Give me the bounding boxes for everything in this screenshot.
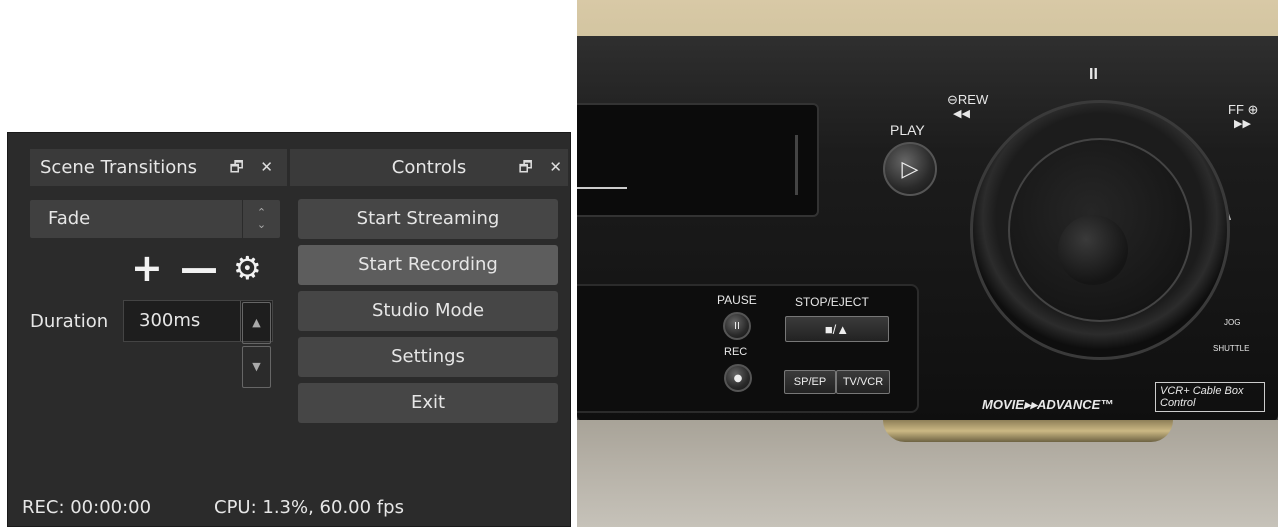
controls-title: Controls (391, 157, 467, 178)
duration-value: 300ms (139, 310, 201, 331)
rew-arrows-icon: ◀◀ (953, 108, 970, 120)
ff-label: FF ⊕ (1228, 102, 1259, 117)
sp-ep-button: SP/EP (784, 370, 836, 394)
stop-eject-button: ■/▲ (785, 316, 889, 342)
obs-panel: Scene Transitions 🗗 ✕ Controls 🗗 ✕ Fade … (7, 132, 571, 527)
jog-shuttle-dial (970, 100, 1230, 360)
step-down-icon[interactable]: ▼ (242, 346, 271, 388)
gear-icon[interactable]: ⚙ (233, 252, 262, 284)
cpu-stats: CPU: 1.3%, 60.00 fps (214, 497, 404, 518)
rec-timer: REC: 00:00:00 (22, 497, 152, 518)
duration-label: Duration (30, 311, 109, 332)
transition-select[interactable]: Fade ⌃ ⌄ (30, 200, 280, 238)
slot-indicator (577, 187, 627, 189)
duration-stepper[interactable]: ▲ ▼ (240, 301, 272, 388)
add-transition-icon[interactable]: + (131, 249, 163, 287)
studio-mode-button[interactable]: Studio Mode (298, 291, 558, 331)
slot-bar (795, 135, 798, 195)
ff-arrows-icon: ▶▶ (1234, 118, 1251, 130)
status-bar: REC: 00:00:00 CPU: 1.3%, 60.00 fps (8, 488, 570, 528)
rec-label: REC (724, 346, 748, 358)
play-label: PLAY (890, 122, 925, 138)
tv-vcr-button: TV/VCR (836, 370, 890, 394)
vcr-plus-logo: VCR+ Cable Box Control (1155, 382, 1265, 412)
start-recording-button[interactable]: Start Recording (298, 245, 558, 285)
controls-dock-title: Controls 🗗 ✕ (290, 149, 568, 186)
vcr-foot (883, 420, 1173, 442)
settings-button[interactable]: Settings (298, 337, 558, 377)
rew-label: ⊖REW (947, 92, 989, 107)
play-button: ▷ (883, 142, 937, 196)
pause-symbol-icon: II (1089, 66, 1098, 83)
start-streaming-button[interactable]: Start Streaming (298, 199, 558, 239)
jog-label: JOG (1224, 318, 1241, 327)
select-arrows-icon[interactable]: ⌃ ⌄ (242, 200, 280, 238)
tape-slot (577, 103, 819, 217)
transition-select-value: Fade (48, 208, 91, 229)
movie-advance-logo: MOVIE▸▸ADVANCE™ (982, 397, 1114, 412)
dock-float-close-icons[interactable]: 🗗 ✕ (519, 149, 568, 186)
scene-transitions-title: Scene Transitions (40, 157, 198, 178)
step-up-icon[interactable]: ▲ (242, 302, 271, 344)
shuttle-label: SHUTTLE (1213, 344, 1250, 353)
rec-button: ● (724, 364, 752, 392)
remove-transition-icon[interactable]: — (180, 249, 218, 287)
dock-float-close-icons[interactable]: 🗗 ✕ (230, 149, 279, 186)
duration-input[interactable]: 300ms ▲ ▼ (123, 300, 273, 388)
dial-knob (1058, 215, 1128, 285)
exit-button[interactable]: Exit (298, 383, 558, 423)
pause-button: II (723, 312, 751, 340)
pause-label: PAUSE (717, 293, 757, 307)
scene-transitions-dock-title: Scene Transitions 🗗 ✕ (30, 149, 287, 186)
vcr-photo: PLAY ▷ ⊖REW ◀◀ II FF ⊕ ▶▶ PAUSE II STOP/… (577, 0, 1278, 527)
stop-eject-label: STOP/EJECT (795, 295, 869, 309)
